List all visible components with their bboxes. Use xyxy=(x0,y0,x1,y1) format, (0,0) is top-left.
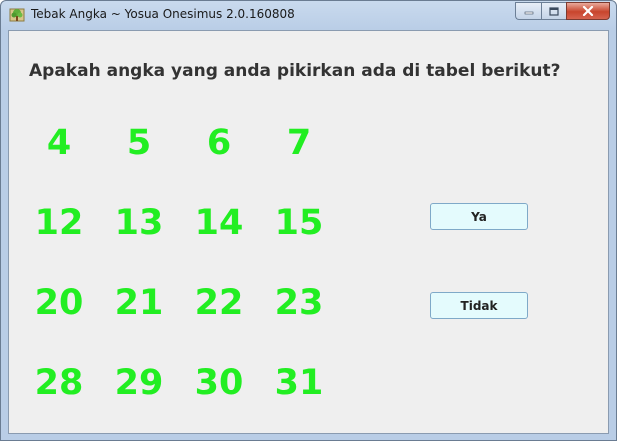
minimize-button[interactable] xyxy=(515,2,541,20)
number-cell: 30 xyxy=(194,363,244,403)
maximize-icon xyxy=(549,6,559,16)
number-cell: 12 xyxy=(34,203,84,243)
yes-button[interactable]: Ya xyxy=(430,203,528,230)
app-tree-icon xyxy=(9,8,25,22)
close-icon xyxy=(582,6,594,16)
number-cell: 7 xyxy=(286,123,312,163)
main-panel: Apakah angka yang anda pikirkan ada di t… xyxy=(8,30,609,434)
question-label: Apakah angka yang anda pikirkan ada di t… xyxy=(29,61,561,81)
app-window: Tebak Angka ~ Yosua Onesimus 2.0.160808 xyxy=(0,0,617,441)
minimize-icon xyxy=(524,11,533,15)
number-cell: 13 xyxy=(114,203,164,243)
window-controls xyxy=(515,2,610,21)
window-title: Tebak Angka ~ Yosua Onesimus 2.0.160808 xyxy=(31,7,295,21)
title-bar[interactable]: Tebak Angka ~ Yosua Onesimus 2.0.160808 xyxy=(1,1,616,29)
number-cell: 23 xyxy=(274,283,324,323)
number-cell: 5 xyxy=(126,123,152,163)
close-button[interactable] xyxy=(566,2,610,20)
number-cell: 31 xyxy=(274,363,324,403)
number-cell: 21 xyxy=(114,283,164,323)
number-cell: 22 xyxy=(194,283,244,323)
number-cell: 6 xyxy=(206,123,232,163)
number-cell: 29 xyxy=(114,363,164,403)
number-cell: 14 xyxy=(194,203,244,243)
number-cell: 28 xyxy=(34,363,84,403)
number-cell: 4 xyxy=(46,123,72,163)
number-cell: 20 xyxy=(34,283,84,323)
number-cell: 15 xyxy=(274,203,324,243)
no-button[interactable]: Tidak xyxy=(430,292,528,319)
maximize-button[interactable] xyxy=(541,2,566,20)
